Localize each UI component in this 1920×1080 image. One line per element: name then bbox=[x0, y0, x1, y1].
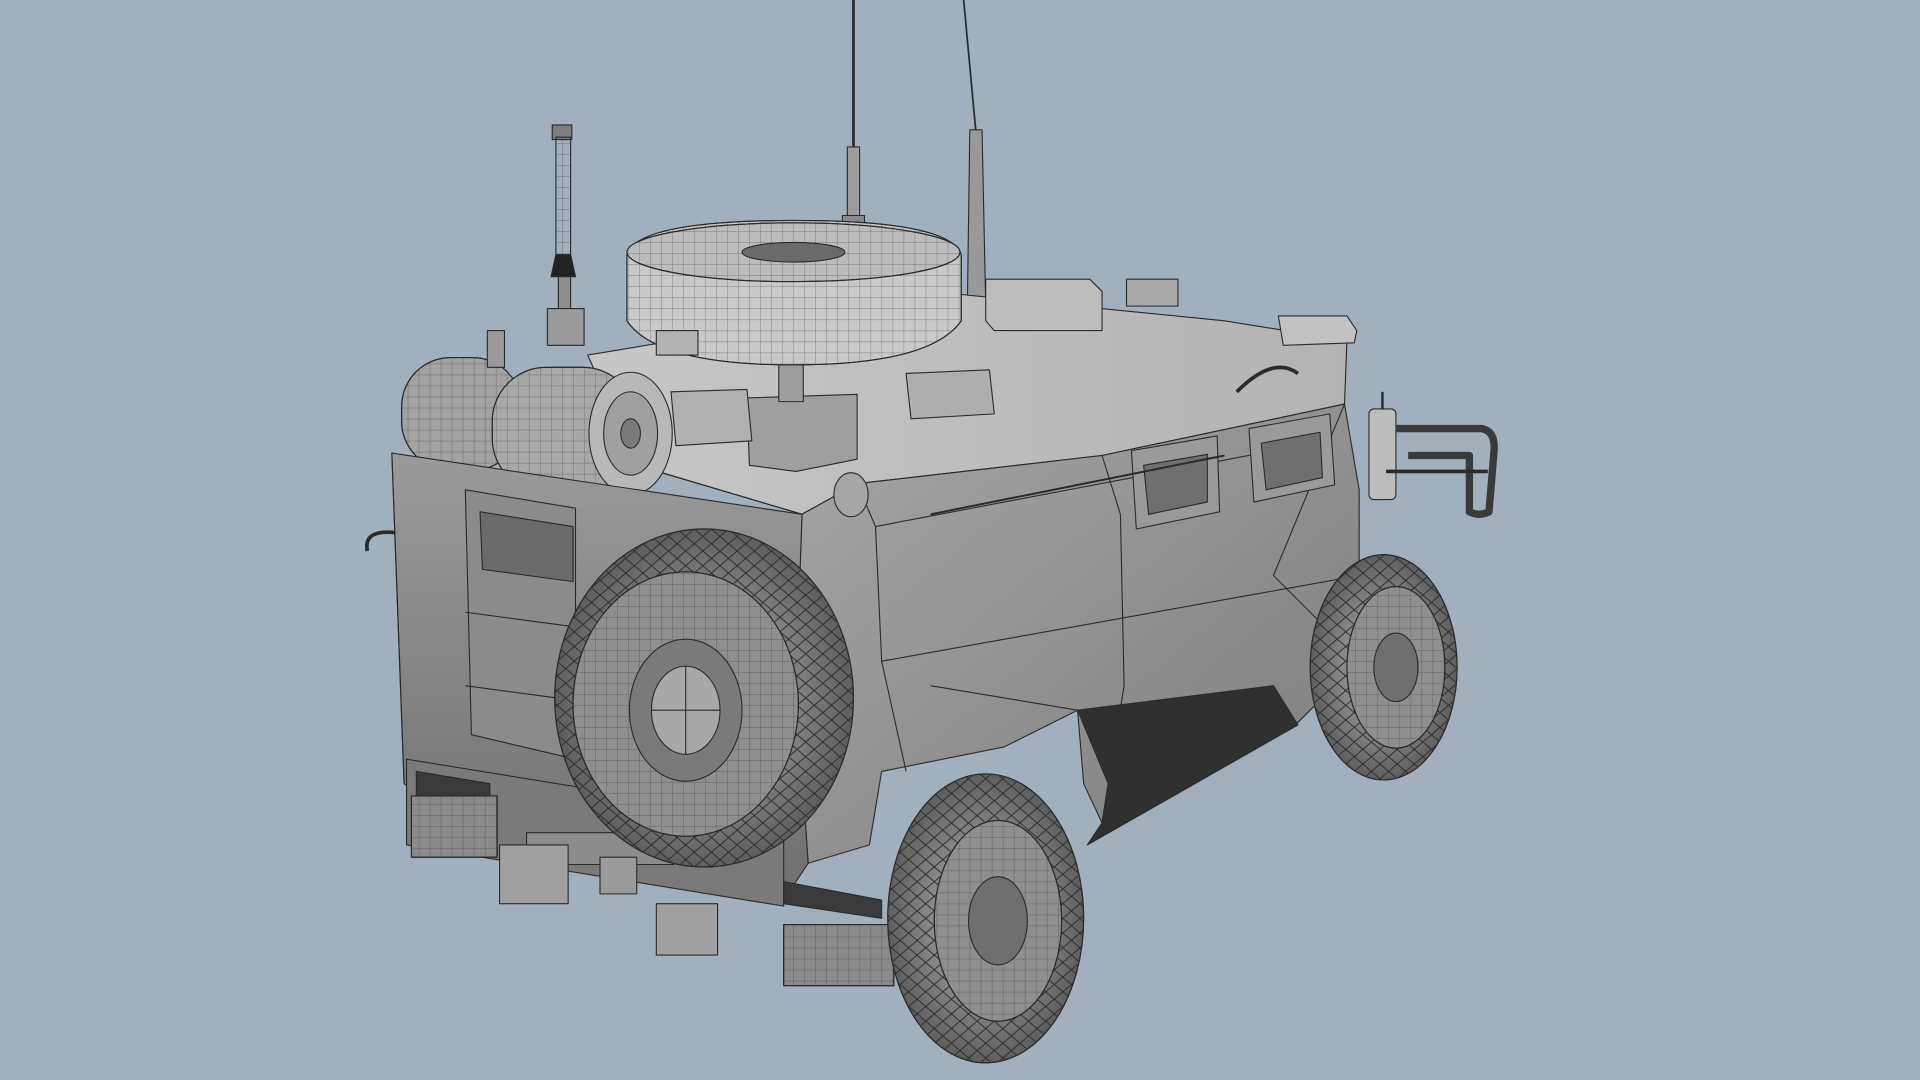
side-mirror bbox=[1368, 391, 1397, 501]
roof-equipment-box bbox=[746, 393, 858, 472]
antenna-left bbox=[546, 124, 585, 346]
roof-light-box bbox=[1277, 315, 1358, 346]
roof-hatch-cover bbox=[905, 369, 995, 420]
antenna-center bbox=[841, 0, 866, 229]
front-wheel bbox=[1309, 554, 1458, 781]
spare-tire bbox=[554, 528, 855, 868]
roof-box-small bbox=[670, 388, 753, 447]
hull-underside bbox=[1077, 685, 1299, 846]
vehicle-wireframe-render bbox=[365, 0, 1498, 1064]
roof-box-radio bbox=[985, 278, 1103, 332]
render-viewport bbox=[0, 0, 1920, 1080]
roof-mirror-bracket bbox=[1125, 278, 1179, 307]
rear-wheel bbox=[887, 773, 1085, 1064]
